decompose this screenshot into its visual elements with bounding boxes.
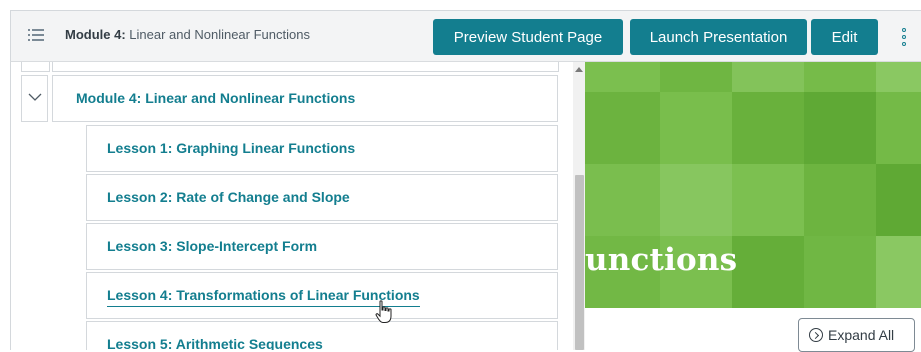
- lesson-item[interactable]: Lesson 1: Graphing Linear Functions: [86, 125, 558, 172]
- vertical-dots-icon[interactable]: [900, 27, 910, 47]
- lesson-item[interactable]: Lesson 5: Arithmetic Sequences: [86, 321, 558, 350]
- window-left-margin: [0, 10, 10, 350]
- breadcrumb: Module 4: Linear and Nonlinear Functions: [65, 27, 310, 42]
- chevron-down-icon: [28, 93, 42, 101]
- banner-title: unctions: [585, 242, 738, 278]
- lesson-label: Lesson 3: Slope-Intercept Form: [107, 238, 318, 254]
- scrollbar-thumb[interactable]: [575, 175, 584, 350]
- edit-button[interactable]: Edit: [811, 19, 878, 55]
- expand-all-button[interactable]: Expand All: [798, 318, 915, 352]
- breadcrumb-title: Linear and Nonlinear Functions: [129, 27, 310, 42]
- lesson-label: Lesson 1: Graphing Linear Functions: [107, 140, 356, 156]
- chevron-circle-right-icon: [809, 328, 823, 342]
- lesson-item[interactable]: Lesson 2: Rate of Change and Slope: [86, 174, 558, 221]
- hand-pointer-icon: [375, 300, 392, 323]
- breadcrumb-prefix: Module 4:: [65, 27, 126, 42]
- lesson-item[interactable]: Lesson 3: Slope-Intercept Form: [86, 223, 558, 270]
- outline-panel: Module 4: Linear and Nonlinear Functions…: [10, 62, 575, 350]
- header-bar: Module 4: Linear and Nonlinear Functions…: [10, 10, 921, 62]
- outline-list-icon[interactable]: [28, 28, 44, 42]
- previous-row-toggle[interactable]: [21, 62, 50, 72]
- lesson-label: Lesson 2: Rate of Change and Slope: [107, 189, 350, 205]
- previous-row[interactable]: [52, 62, 559, 72]
- preview-student-page-button[interactable]: Preview Student Page: [433, 19, 623, 55]
- module-row[interactable]: Module 4: Linear and Nonlinear Functions: [52, 75, 558, 122]
- lesson-item-hovered[interactable]: Lesson 4: Transformations of Linear Func…: [86, 272, 558, 319]
- lesson-label: Lesson 4: Transformations of Linear Func…: [107, 287, 420, 307]
- launch-presentation-button[interactable]: Launch Presentation: [630, 19, 807, 55]
- window-top-margin: [0, 0, 921, 10]
- scroll-up-arrow-icon[interactable]: [575, 67, 583, 72]
- module-collapse-toggle[interactable]: [21, 75, 48, 122]
- expand-all-label: Expand All: [828, 327, 895, 343]
- lesson-label: Lesson 5: Arithmetic Sequences: [107, 336, 323, 350]
